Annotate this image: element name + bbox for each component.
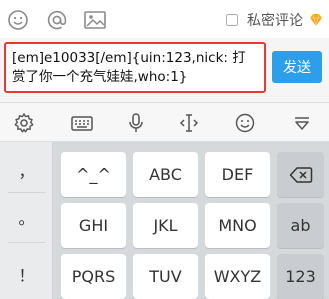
key-abc[interactable]: ABC xyxy=(133,152,198,197)
backspace-key[interactable] xyxy=(277,152,324,197)
image-icon[interactable] xyxy=(82,7,108,33)
cursor-move-icon[interactable] xyxy=(177,111,201,135)
key-numbers[interactable]: 123 xyxy=(277,254,324,299)
keyboard-icon[interactable] xyxy=(70,111,94,135)
symbol-column: ， 。 ！ xyxy=(0,142,53,299)
private-comment-label: 私密评论 xyxy=(247,13,303,29)
mic-icon[interactable] xyxy=(124,111,148,135)
composer: [em]e10033[/em]{uin:123,nick: 打赏了你一个充气娃娃… xyxy=(0,38,329,102)
private-comment-toggle[interactable]: 私密评论 xyxy=(226,10,303,30)
comment-input[interactable]: [em]e10033[/em]{uin:123,nick: 打赏了你一个充气娃娃… xyxy=(4,42,266,93)
backspace-icon xyxy=(289,166,312,183)
emoji-icon[interactable] xyxy=(5,7,31,33)
keyboard: ， 。 ！ ^_^ ABC DEF GHI JKL MNO ab PQRS TU… xyxy=(0,142,329,299)
key-emoticon[interactable]: ^_^ xyxy=(61,152,126,197)
key-pqrs[interactable]: PQRS xyxy=(61,254,126,299)
divider xyxy=(8,242,45,243)
settings-icon[interactable] xyxy=(12,111,36,135)
at-icon[interactable] xyxy=(44,7,70,33)
private-comment-checkbox[interactable] xyxy=(226,14,238,26)
key-jkl[interactable]: JKL xyxy=(133,203,198,248)
key-mno[interactable]: MNO xyxy=(205,203,270,248)
symbol-key[interactable]: ， xyxy=(0,150,53,190)
divider xyxy=(8,192,45,193)
symbol-key[interactable]: ！ xyxy=(0,254,53,294)
symbol-key[interactable]: 。 xyxy=(0,197,53,237)
key-tuv[interactable]: TUV xyxy=(133,254,198,299)
key-ghi[interactable]: GHI xyxy=(61,203,126,248)
diamond-icon xyxy=(308,12,324,28)
key-def[interactable]: DEF xyxy=(205,152,270,197)
comment-toolbar: 私密评论 xyxy=(0,0,329,38)
emoji-icon[interactable] xyxy=(233,111,257,135)
keyboard-toolbar xyxy=(0,102,329,142)
send-button[interactable]: 发送 xyxy=(272,51,322,83)
key-letter-case[interactable]: ab xyxy=(277,203,324,248)
key-wxyz[interactable]: WXYZ xyxy=(205,254,270,299)
collapse-keyboard-icon[interactable] xyxy=(290,111,314,135)
